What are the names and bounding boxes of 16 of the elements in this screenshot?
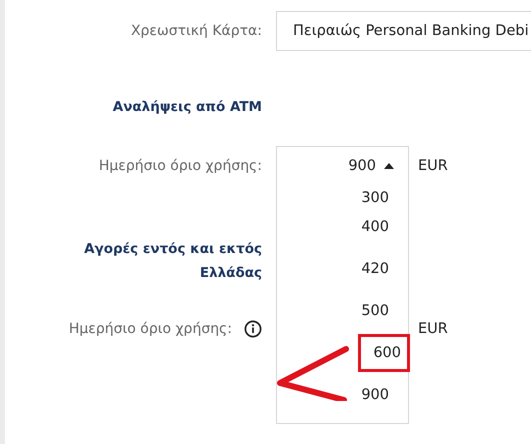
dropdown-option[interactable]: 500 [277,290,408,332]
card-select[interactable]: Πειραιώς Personal Banking Debi [276,11,531,51]
field-label: Ημερήσιο όριο χρήσης: [68,321,232,337]
dropdown-option[interactable]: 900 [277,374,408,416]
limit-dropdown[interactable]: 900 [276,146,409,185]
field-label: Χρεωστική Κάρτα: [130,23,262,39]
section-heading: Αγορές εντός και εκτός Ελλάδας [83,240,262,283]
info-icon[interactable] [244,320,262,338]
dropdown-option[interactable]: 400 [277,206,408,248]
currency-label: EUR [418,158,448,174]
dropdown-option[interactable]: 420 [277,248,408,290]
dropdown-option[interactable]: 600 [277,332,408,374]
field-label: Ημερήσιο όριο χρήσης: [98,158,262,174]
dropdown-option[interactable]: 300 [277,184,408,206]
section-heading: Αναλήψεις από ATM [112,99,262,115]
currency-label: EUR [418,321,448,337]
